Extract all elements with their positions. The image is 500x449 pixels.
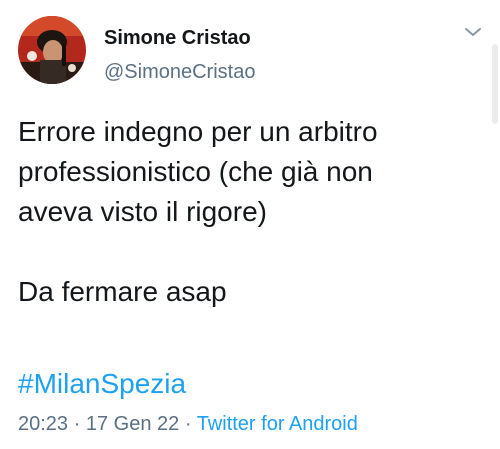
scrollbar[interactable] xyxy=(492,44,498,124)
tweet-text-line: Errore indegno per un arbitro xyxy=(18,116,378,147)
author-handle[interactable]: @SimoneCristao xyxy=(104,61,255,84)
tweet-text-line: aveva visto il rigore) xyxy=(18,196,267,227)
tweet-time[interactable]: 20:23 xyxy=(18,413,68,435)
tweet-text-line: professionistico (che già non xyxy=(18,156,373,187)
avatar-image xyxy=(18,16,86,84)
hashtag-link[interactable]: #MilanSpezia xyxy=(18,364,186,404)
tweet-date[interactable]: 17 Gen 22 xyxy=(86,413,179,435)
chevron-down-icon[interactable] xyxy=(463,25,483,39)
meta-separator: · xyxy=(179,413,197,435)
tweet-card: Simone Cristao @SimoneCristao Errore ind… xyxy=(0,0,500,449)
author-display-name[interactable]: Simone Cristao xyxy=(104,27,251,50)
tweet-metadata: 20:23 · 17 Gen 22 · Twitter for Android xyxy=(18,413,358,436)
meta-separator: · xyxy=(68,413,86,435)
avatar[interactable] xyxy=(18,16,86,84)
tweet-source-link[interactable]: Twitter for Android xyxy=(197,413,358,435)
tweet-text: Errore indegno per un arbitro profession… xyxy=(18,112,488,312)
tweet-text-line: Da fermare asap xyxy=(18,276,227,307)
